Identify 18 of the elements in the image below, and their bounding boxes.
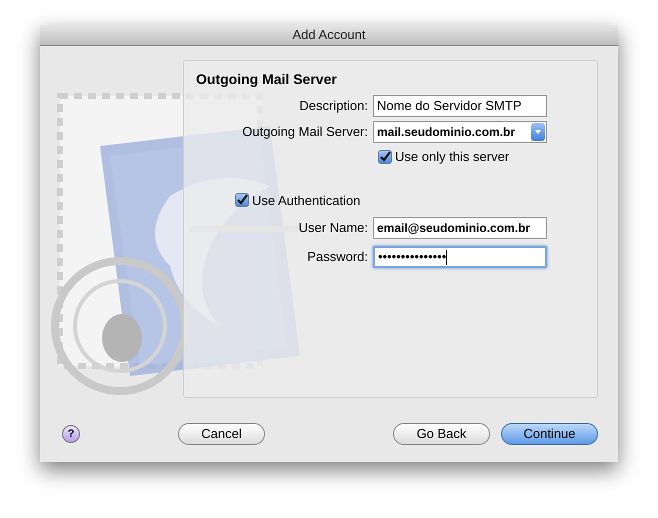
text-field[interactable]: ••••••••••••••• [373,246,547,268]
checkbox[interactable] [235,193,249,208]
checkbox-label: Use only this server [395,148,510,166]
server-combo-box[interactable]: mail.seudominio.com.br [373,121,547,143]
field-label: Description: [298,97,369,116]
dialog-button[interactable]: Go Back [393,423,490,445]
field-label: Outgoing Mail Server: [241,123,369,142]
dialog-button[interactable]: Cancel [178,423,265,445]
section-title: Outgoing Mail Server [196,70,338,89]
text-field[interactable]: Nome do Servidor SMTP [373,95,547,117]
checkbox-label: Use Authentication [252,192,360,210]
field-label: User Name: [298,219,369,238]
help-button[interactable]: ? [62,425,80,443]
field-label: Password: [306,248,369,266]
default-button[interactable]: Continue [501,423,598,445]
window-title: Add Account [292,26,366,44]
checkbox[interactable] [378,150,392,164]
text-field[interactable]: email@seudominio.com.br [373,217,547,239]
